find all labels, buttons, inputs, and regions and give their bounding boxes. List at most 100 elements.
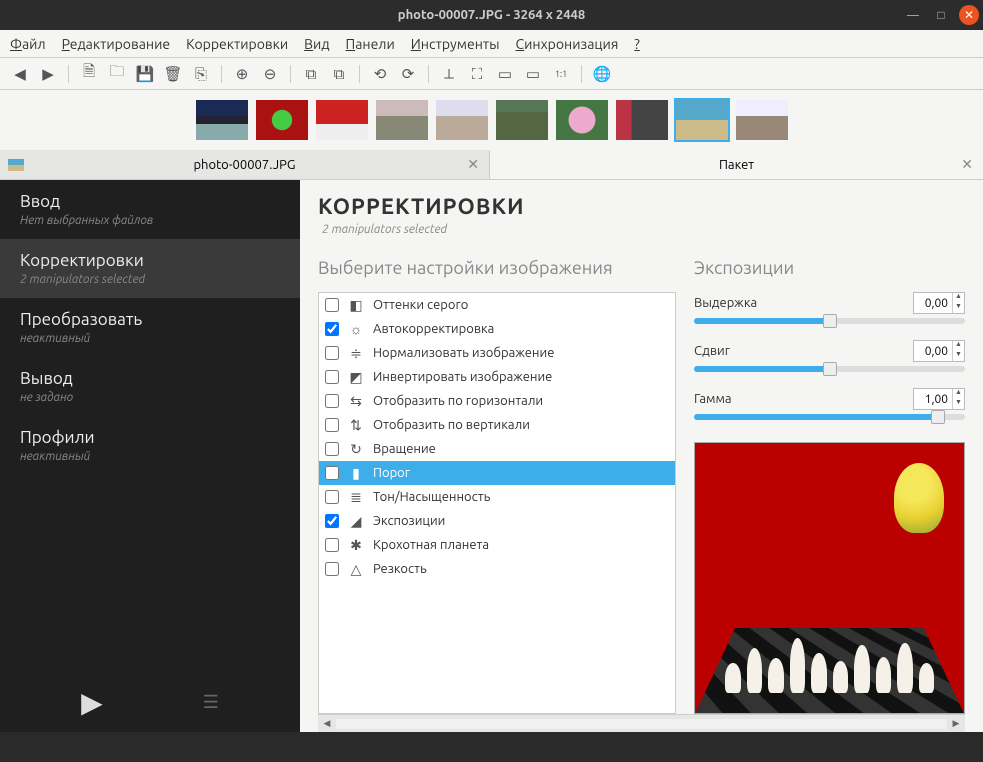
menu-file[interactable]: Файл [10,36,46,52]
adjustment-checkbox[interactable] [325,298,339,312]
thumbnail[interactable] [434,98,490,142]
spinbox-input[interactable] [914,297,952,310]
thumbnail[interactable] [554,98,610,142]
maximize-button[interactable]: □ [931,5,951,25]
slider-thumb[interactable] [931,410,945,424]
play-icon[interactable]: ▶ [81,686,103,719]
adjustment-row[interactable]: ≑Нормализовать изображение [319,341,675,365]
slider-track[interactable] [694,366,965,372]
spinbox-input[interactable] [914,393,952,406]
thumbnail[interactable] [614,98,670,142]
thumbnail[interactable] [194,98,250,142]
adjustment-label: Крохотная планета [373,538,489,552]
spinbox[interactable]: ▲▼ [913,292,965,314]
adjustment-checkbox[interactable] [325,466,339,480]
adjustment-row[interactable]: △Резкость [319,557,675,581]
adjustment-checkbox[interactable] [325,370,339,384]
clone-icon[interactable]: ⎘ [191,64,211,84]
menu-sync[interactable]: Синхронизация [516,36,619,52]
adjustment-checkbox[interactable] [325,490,339,504]
scroll-left-icon[interactable]: ◀ [318,715,336,732]
adjustment-row[interactable]: ↻Вращение [319,437,675,461]
adjustment-checkbox[interactable] [325,562,339,576]
list-icon[interactable]: ☰ [203,692,219,713]
thumbnail[interactable] [734,98,790,142]
trash-icon[interactable]: 🗑 [163,64,183,84]
adjustment-checkbox[interactable] [325,322,339,336]
adjustment-row[interactable]: ◩Инвертировать изображение [319,365,675,389]
adjustment-row[interactable]: ▮Порог [319,461,675,485]
paste-icon[interactable]: ⧉ [329,64,349,84]
adjustment-row[interactable]: ◢Экспозиции [319,509,675,533]
menu-view[interactable]: Вид [304,36,329,52]
crop-icon[interactable]: ⟂ [439,64,459,84]
thumbnail[interactable] [494,98,550,142]
adjustment-row[interactable]: ⇆Отобразить по горизонтали [319,389,675,413]
slider-thumb[interactable] [823,362,837,376]
horizontal-scrollbar[interactable]: ◀ ▶ [318,714,965,732]
adjustment-checkbox[interactable] [325,394,339,408]
minimize-button[interactable]: — [903,5,923,25]
spinbox[interactable]: ▲▼ [913,388,965,410]
adjustment-row[interactable]: ◧Оттенки серого [319,293,675,317]
scroll-track[interactable] [336,719,947,729]
slider-track[interactable] [694,414,965,420]
tab-close-icon[interactable]: ✕ [961,156,973,173]
close-button[interactable]: ✕ [959,5,979,25]
sidebar-item-output[interactable]: Вывод не задано [0,357,300,416]
slider-track[interactable] [694,318,965,324]
back-icon[interactable]: ◀ [10,64,30,84]
spinbox[interactable]: ▲▼ [913,340,965,362]
thumbnail[interactable] [314,98,370,142]
copy-icon[interactable]: ⧉ [301,64,321,84]
save-icon[interactable]: 💾 [135,64,155,84]
spin-down-icon[interactable]: ▼ [953,351,964,361]
open-folder-icon[interactable]: 🗀 [107,64,127,84]
zoom-out-icon[interactable]: ⊖ [260,64,280,84]
forward-icon[interactable]: ▶ [38,64,58,84]
aspect2-icon[interactable]: ▭ [523,64,543,84]
sidebar-item-adjustments[interactable]: Корректировки 2 manipulators selected [0,239,300,298]
sidebar-item-transform[interactable]: Преобразовать неактивный [0,298,300,357]
rotate-ccw-icon[interactable]: ⟲ [370,64,390,84]
adjustment-row[interactable]: ☼Автокорректировка [319,317,675,341]
aspect1-icon[interactable]: ▭ [495,64,515,84]
adjustment-row[interactable]: ⇅Отобразить по вертикали [319,413,675,437]
adjustment-checkbox[interactable] [325,418,339,432]
slider-thumb[interactable] [823,314,837,328]
preview-bird [894,463,944,533]
rotate-cw-icon[interactable]: ⟳ [398,64,418,84]
tab-file[interactable]: photo-00007.JPG ✕ [0,150,490,179]
menu-tools[interactable]: Инструменты [411,36,500,52]
adjustment-checkbox[interactable] [325,346,339,360]
tab-batch[interactable]: Пакет ✕ [490,150,983,179]
sidebar-item-label: Корректировки [20,251,280,270]
spin-down-icon[interactable]: ▼ [953,399,964,409]
menu-panels[interactable]: Панели [346,36,395,52]
adjustments-list[interactable]: ◧Оттенки серого☼Автокорректировка≑Нормал… [318,292,676,714]
adjustment-checkbox[interactable] [325,442,339,456]
zoom-in-icon[interactable]: ⊕ [232,64,252,84]
tab-close-icon[interactable]: ✕ [467,156,479,173]
adjustment-checkbox[interactable] [325,514,339,528]
ratio-icon[interactable]: 1:1 [551,64,571,84]
menu-help[interactable]: ? [634,36,639,52]
spinbox-input[interactable] [914,345,952,358]
menu-edit[interactable]: Редактирование [62,36,170,52]
thumbnail[interactable] [374,98,430,142]
adjustment-row[interactable]: ✱Крохотная планета [319,533,675,557]
thumbnail-selected[interactable] [674,98,730,142]
menu-adjust[interactable]: Корректировки [186,36,288,52]
resize-icon[interactable]: ⛶ [467,64,487,84]
spin-down-icon[interactable]: ▼ [953,303,964,313]
scroll-right-icon[interactable]: ▶ [947,715,965,732]
globe-icon[interactable]: 🌐 [592,64,612,84]
sidebar-item-input[interactable]: Ввод Нет выбранных файлов [0,180,300,239]
new-file-icon[interactable]: 🗎 [79,64,99,84]
adjustment-label: Вращение [373,442,436,456]
thumbnail[interactable] [254,98,310,142]
adjustment-row[interactable]: ≣Тон/Насыщенность [319,485,675,509]
adjustment-checkbox[interactable] [325,538,339,552]
sidebar-item-profiles[interactable]: Профили неактивный [0,416,300,475]
sidebar-item-sub: неактивный [20,450,280,463]
